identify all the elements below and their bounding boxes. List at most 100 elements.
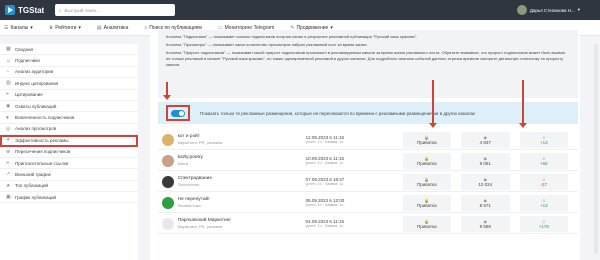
subscribers-cell: 🔒 Приватка — [402, 215, 452, 232]
chevron-down-icon: ▾ — [30, 24, 33, 31]
ad-icon: ✦ — [6, 137, 11, 144]
sidebar: ▦ Сводная ☺ Подписчики ◔ Анализ аудитории ▥… — [0, 44, 138, 260]
channel-avatar — [162, 133, 174, 146]
views-cell: ◉ 4 837 — [461, 131, 510, 148]
sidebar-item-subscribers[interactable]: ☺ Подписчики — [0, 55, 138, 67]
engagement-icon: ♥ — [6, 114, 9, 121]
sidebar-item-reach[interactable]: ◉ Охваты публикаций — [0, 101, 138, 113]
growth-cell: ☺ +13 — [519, 194, 569, 211]
views-cell: ◉ 8 571 — [461, 194, 510, 211]
eye-icon: ◉ — [6, 103, 11, 110]
post-date-sub: успех: 1ч · Заявки: 1ч — [305, 224, 344, 228]
annotation-arrow — [519, 80, 527, 128]
info-panel: Колонка "Подписчики" — показывает скольк… — [158, 30, 578, 98]
channel-name[interactable]: кот и рэйт — [178, 134, 306, 139]
user-name: Дарья Степанова Н... — [529, 7, 575, 13]
sidebar-item-top-posts[interactable]: ★ Топ публикаций — [0, 181, 138, 193]
info-line-3: Колонка "Прирост подписчиков" — показыва… — [166, 50, 565, 67]
chart-icon: ▥ — [6, 80, 11, 87]
table-row[interactable]: kazly.poetry Книги 10.09.2023 в 11:15 успе… — [158, 151, 578, 171]
subscribers-cell: 🔒 Приватка — [402, 194, 452, 211]
sidebar-item-engagement[interactable]: ♥ Вовлеченность подписчиков — [0, 112, 138, 124]
scrollbar[interactable] — [594, 44, 598, 254]
top-bar: TGStat ⌕ Быстрый поиск... Дарья Степанов… — [0, 0, 600, 20]
summary-icon: ▦ — [6, 46, 11, 53]
channel-avatar — [162, 175, 174, 188]
users-icon: ☺ — [6, 57, 12, 64]
non-overlap-toggle[interactable] — [171, 109, 185, 117]
sidebar-item-invite-links[interactable]: ∞ Пригласительные ссылки — [0, 158, 138, 170]
avatar — [516, 5, 527, 15]
post-date-sub: успех: 1ч · Заявки: 1ч — [305, 161, 344, 165]
sidebar-item-ad-efficiency[interactable]: ✦ Эффективность рекламы — [0, 135, 138, 147]
table-row[interactable]: кот и рэйт Маркетинг, PR, реклама 12.09.2… — [158, 130, 578, 150]
ratings-icon: ♛ — [48, 24, 54, 31]
channel-name[interactable]: kazly.poetry — [178, 155, 306, 160]
chevron-down-icon: ▾ — [577, 7, 580, 12]
sidebar-item-overlaps[interactable]: ⊕ Пересечения подписчиков — [0, 147, 138, 158]
info-line-1: Колонка "Подписчики" — показывает скольк… — [166, 34, 418, 39]
channel-category: Психология — [177, 182, 200, 187]
chevron-down-icon: ▾ — [78, 24, 81, 31]
channel-category: Маркетинг, PR, реклама — [177, 224, 223, 229]
sidebar-item-audience[interactable]: ◔ Анализ аудитории — [0, 67, 138, 79]
channel-name[interactable]: Спектрадвание — [178, 176, 306, 181]
logo[interactable]: TGStat — [5, 5, 55, 15]
traffic-icon: ↗ — [6, 171, 11, 178]
main-content: Колонка "Подписчики" — показывает скольк… — [150, 30, 580, 260]
filter-toggle-row: Показать только те рекламные размещения,… — [158, 102, 578, 124]
channel-avatar — [162, 217, 174, 230]
sidebar-item-post-schedule[interactable]: ▣ График публикаций — [0, 192, 138, 204]
channel-avatar — [162, 196, 174, 209]
table-row[interactable]: Парлхавский Маркетинг Маркетинг, PR, рекл… — [158, 214, 578, 234]
subscribers-cell: 🔒 Приватка — [402, 173, 452, 190]
user-menu[interactable]: Дарья Степанова Н... ▾ — [516, 5, 580, 15]
sidebar-item-external-traffic[interactable]: ↗ Внешний трафик — [0, 169, 138, 181]
search-input[interactable]: ⌕ Быстрый поиск... — [55, 4, 175, 16]
nav-analytics[interactable]: ▤ Аналитика — [97, 25, 128, 31]
channel-name[interactable]: Не перепутай! — [178, 197, 306, 202]
sidebar-item-citation-index[interactable]: ▥ Индекс цитирования — [0, 78, 138, 90]
search-placeholder: Быстрый поиск... — [64, 7, 100, 13]
quote-icon: ❝ — [6, 91, 9, 98]
post-date-sub: успех: 1ч · Заявки: 1ч — [305, 203, 344, 207]
channel-name[interactable]: Парлхавский Маркетинг — [178, 218, 306, 223]
annotation-arrow — [429, 80, 437, 128]
toggle-highlight — [166, 105, 190, 121]
list-icon: ☰ — [4, 24, 9, 31]
views-cell: ◉ 9 081 — [461, 152, 510, 169]
channel-category: Лингвистика — [177, 203, 201, 208]
post-date-sub: успех: 1ч · Заявки: 1ч — [305, 182, 344, 186]
sidebar-item-citations[interactable]: ❝ Цитирование — [0, 90, 138, 101]
subscribers-cell: 🔒 Приватка — [402, 152, 452, 169]
growth-cell: ☺ +66 — [519, 152, 569, 169]
sidebar-item-summary[interactable]: ▦ Сводная — [0, 44, 138, 56]
annotation-arrow — [163, 82, 171, 100]
post-date-sub: успех: 1ч · Заявки: 1ч — [305, 140, 344, 144]
info-line-2: Колонка "Просмотры" — показывает какое к… — [166, 42, 368, 47]
growth-cell: ☺ -27 — [519, 173, 569, 190]
channel-category: Книги — [177, 161, 189, 166]
logo-icon — [5, 5, 15, 15]
growth-cell: ☺ +13 — [519, 131, 569, 148]
table-row[interactable]: Спектрадвание Психология 07.09.2023 в 18:… — [158, 172, 578, 192]
channel-category: Маркетинг, PR, реклама — [177, 140, 223, 145]
top-icon: ★ — [6, 182, 11, 189]
search-icon: ⌕ — [144, 24, 148, 31]
logo-text: TGStat — [18, 5, 45, 15]
audience-icon: ◔ — [6, 68, 10, 75]
overlap-icon: ⊕ — [6, 148, 11, 155]
views-cell: ◉ 9 589 — [461, 215, 510, 232]
table-row[interactable]: Не перепутай! Лингвистика 06.09.2023 в 12… — [158, 193, 578, 213]
channel-avatar — [162, 154, 174, 167]
analytics-icon: ▤ — [96, 24, 102, 31]
growth-cell: ☺ +178 — [519, 215, 569, 232]
subscribers-cell: 🔒 Приватка — [402, 131, 452, 148]
search-icon: ⌕ — [59, 7, 62, 13]
nav-ratings[interactable]: ♛ Рейтинги ▾ — [49, 25, 81, 31]
nav-channels[interactable]: ☰ Каналы ▾ — [4, 25, 33, 31]
calendar-icon: ▣ — [6, 194, 11, 201]
views-icon: ◎ — [6, 125, 11, 132]
sidebar-item-views[interactable]: ◎ Анализ просмотров — [0, 124, 138, 136]
views-cell: ◉ 10 024 — [461, 173, 510, 190]
